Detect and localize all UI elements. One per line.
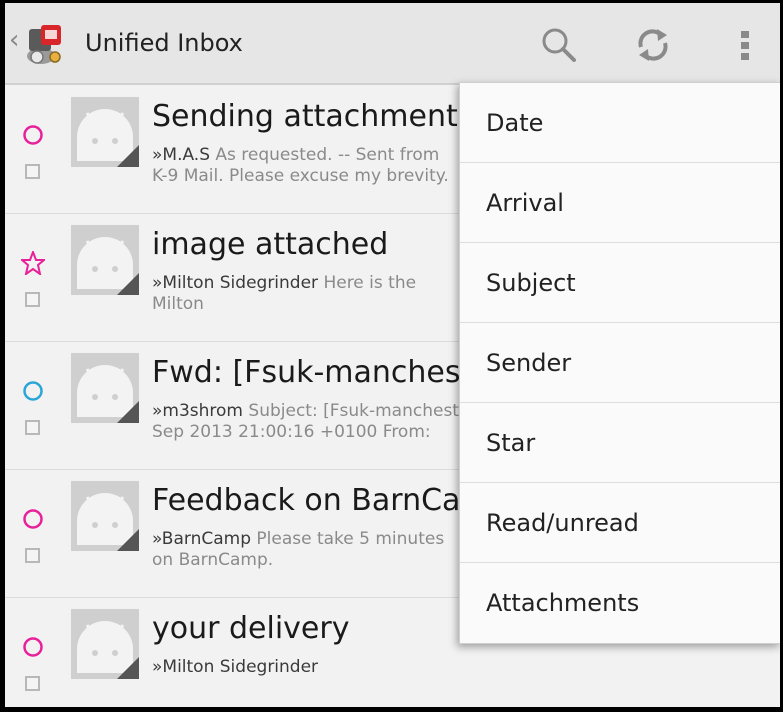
unread-indicator-icon[interactable]: [21, 123, 45, 147]
sort-option-star[interactable]: Star: [460, 403, 780, 483]
app-icon[interactable]: [23, 21, 69, 67]
sort-option-read-unread[interactable]: Read/unread: [460, 483, 780, 563]
select-checkbox[interactable]: [25, 292, 40, 307]
message-sender: »m3shrom: [152, 401, 243, 421]
message-subject: image attached: [152, 227, 389, 262]
preview-line-1: As requested. -- Sent from: [210, 145, 440, 165]
select-checkbox[interactable]: [25, 420, 40, 435]
contact-avatar-icon[interactable]: [71, 225, 139, 295]
message-preview: »m3shrom Subject: [Fsuk-manchester] Sep 2…: [152, 401, 483, 443]
contact-avatar-icon[interactable]: [71, 481, 139, 551]
message-sender: »Milton Sidegrinder: [152, 657, 319, 677]
action-bar: ‹ Unified Inbox: [5, 3, 780, 85]
preview-line-2: Sep 2013 21:00:16 +0100 From:: [152, 422, 431, 442]
message-sender: »Milton Sidegrinder: [152, 273, 319, 293]
message-preview: »M.A.S As requested. -- Sent from K-9 Mai…: [152, 145, 452, 187]
star-icon[interactable]: [19, 249, 47, 277]
sort-option-sender[interactable]: Sender: [460, 323, 780, 403]
select-checkbox[interactable]: [25, 548, 40, 563]
overflow-menu-button[interactable]: [717, 17, 773, 73]
message-preview: »Milton Sidegrinder: [152, 657, 452, 678]
message-sender: »BarnCamp: [152, 529, 251, 549]
contact-avatar-icon[interactable]: [71, 609, 139, 679]
search-icon: [542, 28, 576, 62]
preview-line-1: Here is the: [318, 273, 417, 293]
message-sender: »M.A.S: [152, 145, 210, 165]
preview-line-1: Please take 5 minutes: [250, 529, 445, 549]
preview-line-2: K-9 Mail. Please excuse my brevity.: [152, 166, 449, 186]
sort-option-attachments[interactable]: Attachments: [460, 563, 780, 643]
preview-line-1: Subject: [Fsuk-manchester]: [243, 401, 484, 421]
message-preview: »BarnCamp Please take 5 minutes on BarnCa…: [152, 529, 452, 571]
preview-line-2: Milton: [152, 294, 204, 314]
refresh-button[interactable]: [625, 17, 681, 73]
unread-indicator-icon[interactable]: [21, 635, 45, 659]
message-subject: Sending attachment: [152, 99, 458, 134]
message-subject: Feedback on BarnCamp: [152, 483, 509, 518]
screen: ‹ Unified Inbox Sending attachment »M.A.…: [5, 3, 780, 707]
page-title: Unified Inbox: [85, 29, 243, 57]
contact-avatar-icon[interactable]: [71, 353, 139, 423]
unread-indicator-icon[interactable]: [21, 507, 45, 531]
refresh-icon: [638, 29, 668, 61]
sort-option-subject[interactable]: Subject: [460, 243, 780, 323]
sort-option-arrival[interactable]: Arrival: [460, 163, 780, 243]
unread-indicator-icon[interactable]: [21, 379, 45, 403]
up-caret-icon[interactable]: ‹: [9, 25, 19, 55]
message-preview: »Milton Sidegrinder Here is the Milton: [152, 273, 452, 315]
overflow-menu-icon: [741, 31, 749, 60]
select-checkbox[interactable]: [25, 676, 40, 691]
preview-line-2: on BarnCamp.: [152, 550, 274, 570]
select-checkbox[interactable]: [25, 164, 40, 179]
sort-dropdown-menu: Date Arrival Subject Sender Star Read/unread A…: [459, 82, 780, 644]
message-subject: your delivery: [152, 611, 350, 646]
search-button[interactable]: [531, 17, 587, 73]
contact-avatar-icon[interactable]: [71, 97, 139, 167]
sort-option-date[interactable]: Date: [460, 83, 780, 163]
